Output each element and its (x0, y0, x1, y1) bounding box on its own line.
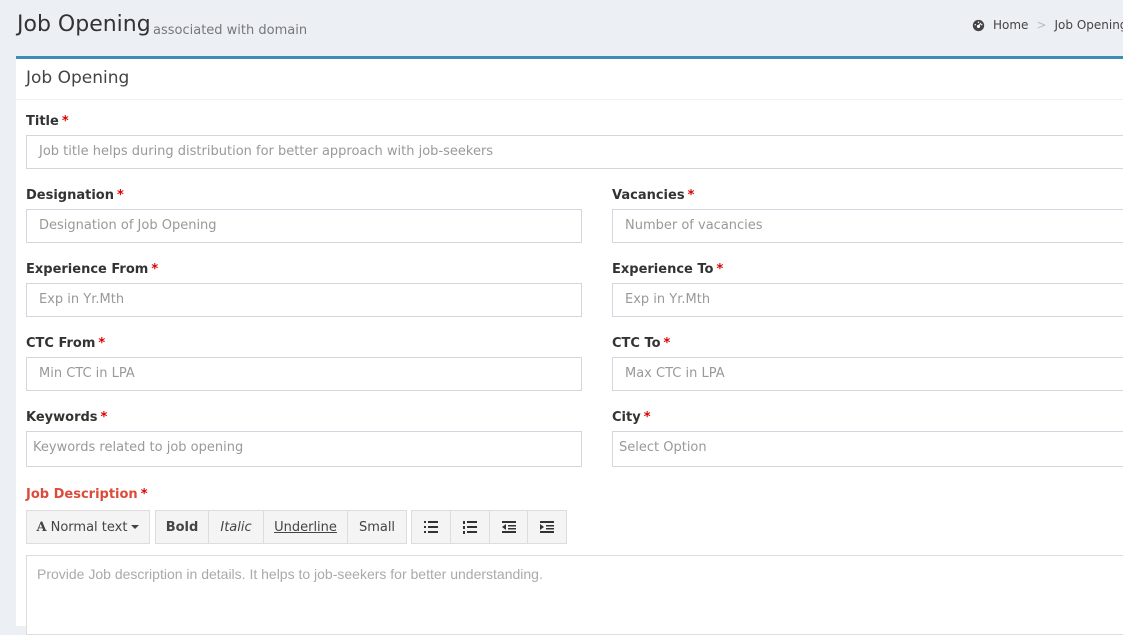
font-icon: A (37, 520, 47, 535)
outdent-button[interactable] (489, 510, 528, 544)
content-header: Job Opening associated with domain Home … (0, 0, 1123, 56)
experience-to-input[interactable]: Exp in Yr.Mth (612, 283, 1123, 317)
required-marker: * (117, 188, 124, 203)
unordered-list-button[interactable] (411, 510, 451, 544)
box-title: Job Opening (26, 68, 129, 88)
italic-button[interactable]: Italic (208, 510, 264, 544)
bold-button[interactable]: Bold (155, 510, 209, 544)
vacancies-input[interactable]: Number of vacancies (612, 209, 1123, 243)
underline-button[interactable]: Underline (263, 510, 348, 544)
required-marker: * (141, 487, 148, 502)
breadcrumb-job-opening: Job Opening (1055, 18, 1123, 32)
required-marker: * (664, 336, 671, 351)
ctc-to-label: CTC To* (612, 336, 670, 351)
keywords-tag-input[interactable]: Keywords related to job opening (26, 431, 582, 467)
small-button[interactable]: Small (347, 510, 407, 544)
vacancies-label-text: Vacancies (612, 188, 685, 203)
job-description-label-text: Job Description (26, 487, 138, 502)
unordered-list-icon (424, 521, 438, 533)
designation-label: Designation* (26, 188, 124, 203)
list-group (411, 510, 567, 544)
breadcrumb-separator: > (1036, 18, 1046, 32)
box-header: Job Opening (16, 59, 1123, 100)
breadcrumb-home-link[interactable]: Home (993, 18, 1028, 32)
job-description-label: Job Description* (26, 487, 148, 502)
required-marker: * (151, 262, 158, 277)
page-subtitle: associated with domain (153, 23, 307, 38)
designation-input[interactable]: Designation of Job Opening (26, 209, 582, 243)
designation-label-text: Designation (26, 188, 114, 203)
required-marker: * (716, 262, 723, 277)
job-description-editor[interactable]: Provide Job description in details. It h… (26, 555, 1123, 635)
required-marker: * (688, 188, 695, 203)
font-style-label: Normal text (51, 520, 128, 535)
keywords-label-text: Keywords (26, 410, 98, 425)
required-marker: * (644, 410, 651, 425)
experience-from-label: Experience From* (26, 262, 158, 277)
city-label: City* (612, 410, 651, 425)
emphasis-group: Bold Italic Underline Small (155, 510, 407, 544)
vacancies-label: Vacancies* (612, 188, 694, 203)
title-input[interactable]: Job title helps during distribution for … (26, 135, 1123, 169)
required-marker: * (101, 410, 108, 425)
experience-from-label-text: Experience From (26, 262, 148, 277)
outdent-icon (502, 521, 516, 533)
page-title: Job Opening (17, 12, 151, 37)
caret-down-icon (131, 525, 139, 529)
font-style-group: A Normal text (26, 510, 150, 544)
indent-icon (540, 521, 554, 533)
title-label-text: Title (26, 114, 59, 129)
required-marker: * (62, 114, 69, 129)
ordered-list-button[interactable] (450, 510, 490, 544)
job-opening-box: Job Opening Title* Job title helps durin… (16, 56, 1123, 626)
font-style-dropdown[interactable]: A Normal text (26, 510, 150, 544)
indent-button[interactable] (527, 510, 567, 544)
ordered-list-icon (463, 521, 477, 534)
dashboard-icon (972, 19, 985, 32)
city-label-text: City (612, 410, 641, 425)
ctc-from-label-text: CTC From (26, 336, 95, 351)
ctc-to-input[interactable]: Max CTC in LPA (612, 357, 1123, 391)
keywords-label: Keywords* (26, 410, 107, 425)
ctc-from-input[interactable]: Min CTC in LPA (26, 357, 582, 391)
experience-to-label-text: Experience To (612, 262, 713, 277)
ctc-to-label-text: CTC To (612, 336, 661, 351)
ctc-from-label: CTC From* (26, 336, 105, 351)
breadcrumb: Home > Job Opening > (972, 18, 1123, 32)
title-label: Title* (26, 114, 69, 129)
required-marker: * (98, 336, 105, 351)
city-select[interactable]: Select Option (612, 431, 1123, 467)
experience-to-label: Experience To* (612, 262, 723, 277)
experience-from-input[interactable]: Exp in Yr.Mth (26, 283, 582, 317)
